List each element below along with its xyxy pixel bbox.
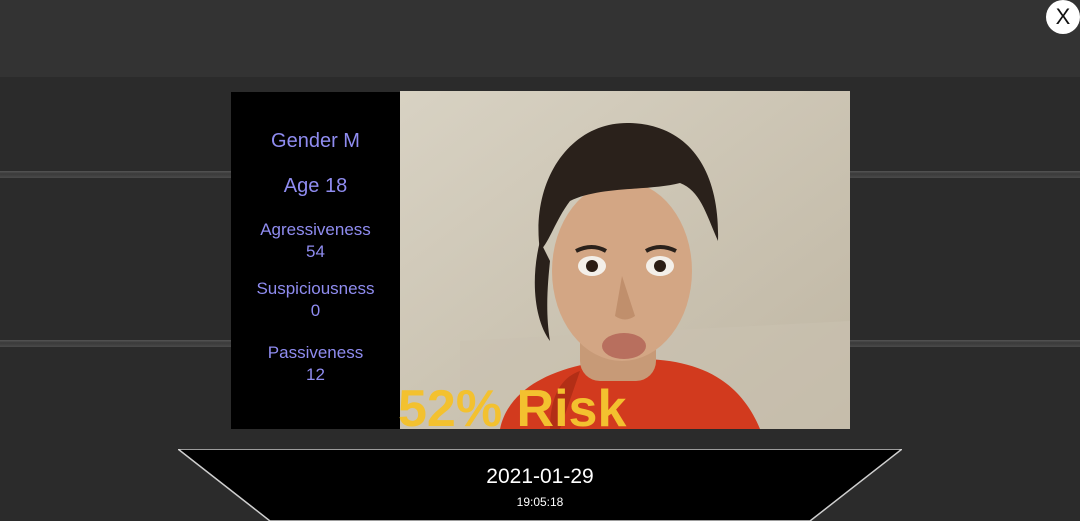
gender-label: Gender M	[271, 130, 360, 152]
passiveness-value: 12	[306, 365, 325, 384]
suspiciousness-label: Suspiciousness	[256, 279, 375, 298]
top-bar	[0, 0, 1080, 77]
timestamp-date: 2021-01-29	[486, 465, 594, 488]
close-button[interactable]: X	[1046, 0, 1080, 34]
aggressiveness-label: Agressiveness	[260, 220, 371, 239]
aggressiveness-value: 54	[306, 242, 325, 261]
risk-score: 52% Risk	[398, 380, 627, 438]
suspiciousness-value: 0	[310, 301, 321, 320]
camera-frame-image	[400, 91, 850, 429]
camera-feed	[400, 91, 850, 429]
profile-panel: Gender M Age 18 Agressiveness 54 Suspici…	[231, 92, 400, 429]
timestamp-time: 19:05:18	[516, 495, 564, 509]
passiveness-label: Passiveness	[267, 343, 364, 362]
age-label: Age 18	[283, 175, 348, 197]
